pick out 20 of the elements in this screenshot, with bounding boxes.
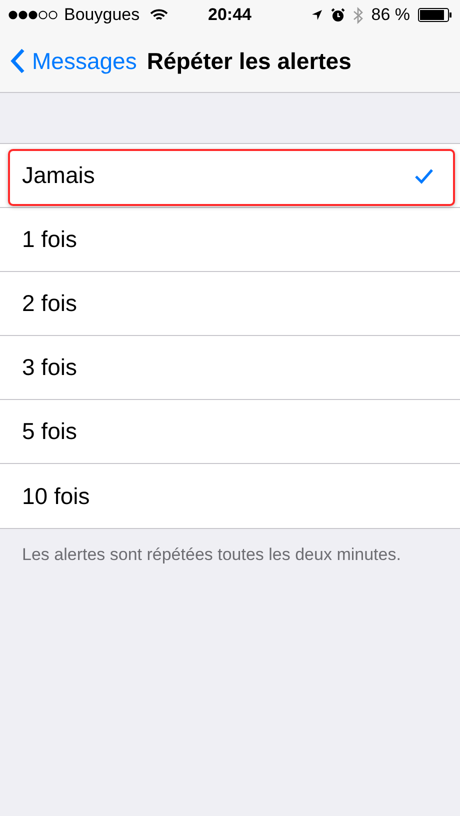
carrier-name: Bouygues (64, 4, 140, 26)
option-row[interactable]: 10 fois (0, 464, 460, 528)
option-row[interactable]: 3 fois (0, 336, 460, 400)
chevron-left-icon (10, 48, 26, 74)
location-arrow-icon (311, 9, 324, 21)
option-row[interactable]: 5 fois (0, 400, 460, 464)
battery-percent: 86 % (371, 4, 410, 26)
signal-icon (8, 10, 58, 20)
footer-note: Les alertes sont répétées toutes les deux minutes. (21, 544, 402, 566)
battery-icon (418, 8, 452, 22)
option-row[interactable]: 1 fois (0, 208, 460, 272)
screen-title: Répéter les alertes (146, 46, 352, 76)
checkmark-icon (414, 168, 434, 184)
clock-time: 20:44 (208, 4, 252, 26)
option-row[interactable]: 2 fois (0, 272, 460, 336)
bluetooth-icon (353, 6, 364, 24)
wifi-icon (150, 8, 168, 22)
back-button[interactable]: Messages (10, 44, 137, 78)
alarm-clock-icon (331, 8, 346, 22)
option-row[interactable]: Jamais (0, 144, 460, 208)
